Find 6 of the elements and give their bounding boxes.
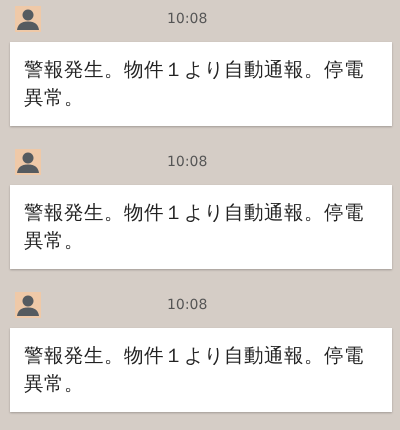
message-time: 10:08 [167, 154, 208, 170]
message-text: 警報発生。物件１より自動通報。停電異常。 [24, 343, 365, 397]
message-text: 警報発生。物件１より自動通報。停電異常。 [24, 200, 365, 254]
message-time: 10:08 [167, 11, 208, 27]
message-text: 警報発生。物件１より自動通報。停電異常。 [24, 57, 365, 111]
message-time: 10:08 [167, 297, 208, 313]
